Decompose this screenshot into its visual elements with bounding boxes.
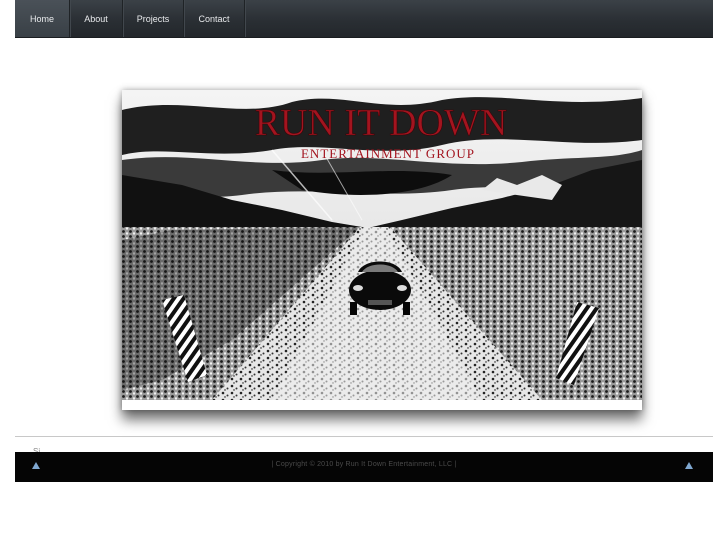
banner-title: RUN IT DOWN xyxy=(255,102,508,144)
banner-image: RUN IT DOWN ENTERTAINMENT GROUP xyxy=(122,90,642,410)
nav-projects[interactable]: Projects xyxy=(123,0,184,37)
scroll-up-arrow-icon-right[interactable] xyxy=(685,462,693,469)
content-divider xyxy=(15,436,713,437)
footer-copyright: | Copyright © 2010 by Run It Down Entert… xyxy=(271,461,457,468)
nav-about[interactable]: About xyxy=(70,0,123,37)
banner-artwork: RUN IT DOWN ENTERTAINMENT GROUP xyxy=(122,90,642,400)
nav-contact[interactable]: Contact xyxy=(184,0,245,37)
top-navigation: Home About Projects Contact xyxy=(15,0,713,37)
footer: | Copyright © 2010 by Run It Down Entert… xyxy=(15,452,713,482)
banner-subtitle: ENTERTAINMENT GROUP xyxy=(301,146,475,161)
nav-home[interactable]: Home xyxy=(15,0,70,37)
